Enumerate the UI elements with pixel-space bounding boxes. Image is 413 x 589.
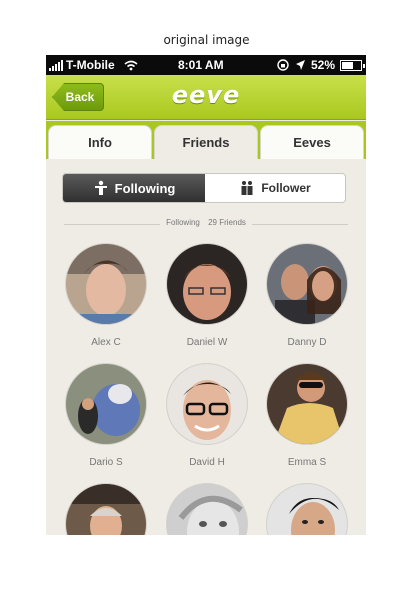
friend-first-name: Emma [287,457,317,468]
signal-icon [49,59,63,71]
avatar [65,483,147,535]
friend-item[interactable]: Emma S [266,363,350,468]
person-icon [94,180,107,195]
tab-bar: Info Friends Eeves [46,121,366,159]
avatar [266,243,348,325]
friend-initial: S [116,457,123,468]
avatar [166,243,248,325]
phone-screen: T-Mobile 8:01 AM 52% eeve Back Info Frie… [46,55,366,535]
friend-initial: S [319,457,327,468]
friend-first-name: Daniel [186,337,216,348]
friend-item[interactable] [266,483,350,535]
battery-percent: 52% [310,58,335,72]
friend-initial: H [217,457,225,468]
avatar [65,243,147,325]
friend-item[interactable]: Dario S [65,363,149,468]
following-label: Following [114,180,176,196]
wifi-icon [124,60,138,70]
friend-first-name: Danny [287,337,317,348]
status-bar: T-Mobile 8:01 AM 52% [46,55,366,75]
friend-initial: C [113,337,121,348]
avatar [65,363,147,445]
follower-label: Follower [261,181,311,195]
following-prefix: Following [163,218,203,227]
friend-count: 29 Friends [205,218,249,227]
friend-item[interactable]: Daniel W [166,243,250,348]
avatar [266,483,348,535]
battery-icon [340,59,365,71]
tab-eeves[interactable]: Eeves [260,125,364,159]
friend-item[interactable] [166,483,250,535]
location-icon [295,60,305,70]
nav-bar: eeve Back [46,75,366,120]
follower-segment-button[interactable]: Follower [205,174,345,202]
avatar [166,483,248,535]
friend-initial: W [217,337,228,348]
friend-initial: D [319,337,327,348]
friend-first-name: David [189,457,215,468]
clock: 8:01 AM [178,58,224,72]
following-count-divider: Following 29 Friends [64,218,348,229]
avatar [266,363,348,445]
friend-item[interactable]: Alex C [65,243,149,348]
avatar [166,363,248,445]
following-segment-button[interactable]: Following [63,174,205,202]
people-icon [241,181,253,195]
friend-first-name: Dario [89,457,114,468]
friend-item[interactable] [65,483,149,535]
image-caption: original image [163,33,250,47]
tab-info[interactable]: Info [48,125,152,159]
follow-segmented-control: Following Follower [62,173,346,203]
friend-item[interactable]: Danny D [266,243,350,348]
friend-first-name: Alex [91,337,111,348]
friend-item[interactable]: David H [166,363,250,468]
tab-friends[interactable]: Friends [154,125,258,159]
rotation-lock-icon [277,59,289,71]
carrier-label: T-Mobile [66,58,115,72]
